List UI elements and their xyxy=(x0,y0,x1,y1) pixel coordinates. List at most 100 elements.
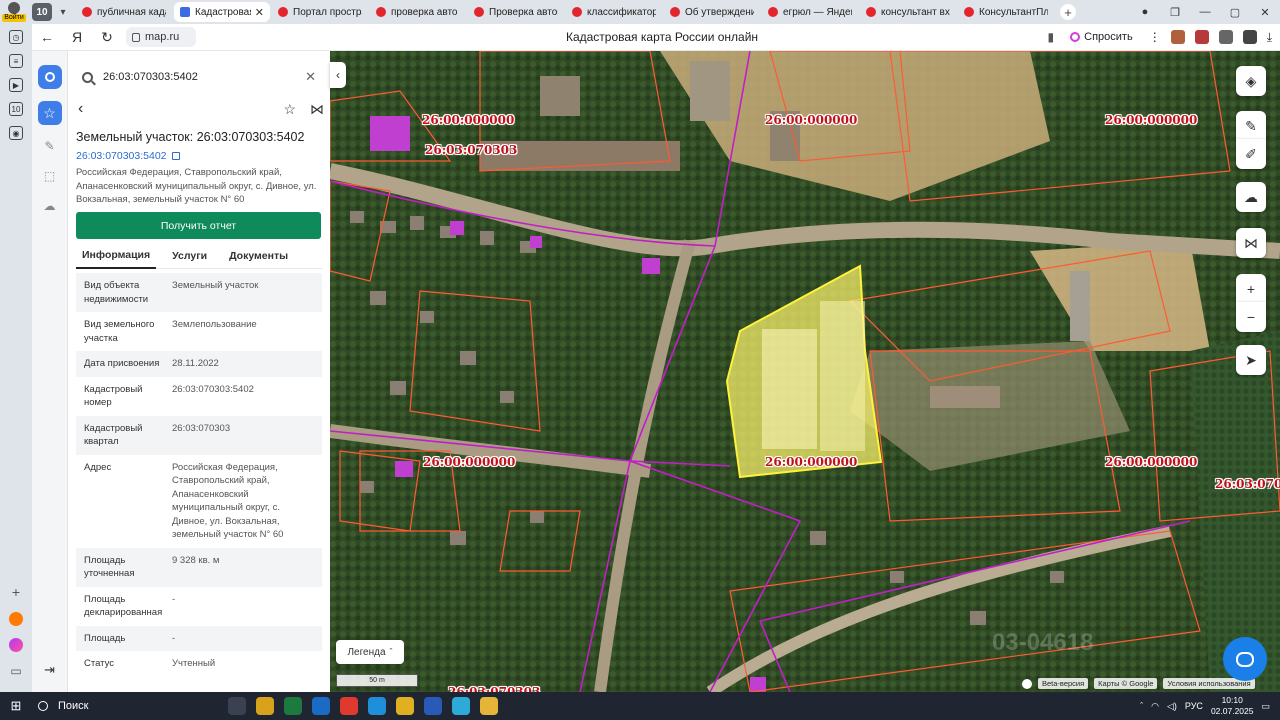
tab-services[interactable]: Услуги xyxy=(166,243,213,269)
minimize-button[interactable]: — xyxy=(1190,6,1220,18)
alice-icon[interactable] xyxy=(9,638,23,652)
browser-tab[interactable]: классификатор xyxy=(566,2,662,22)
parcel-title: Земельный участок: 26:03:070303:5402 xyxy=(76,130,305,144)
cadastral-number-link[interactable]: 26:03:070303:5402 xyxy=(76,150,180,162)
cloud-icon[interactable]: ☁ xyxy=(41,197,59,215)
favicon-icon xyxy=(376,7,386,17)
collections-icon[interactable]: ❐ xyxy=(1160,6,1190,19)
tab-information[interactable]: Информация xyxy=(76,243,157,269)
chat-button[interactable] xyxy=(1223,637,1267,681)
task-view-icon[interactable] xyxy=(228,697,246,715)
parcel-address: Российская Федерация, Ставропольский кра… xyxy=(76,167,317,205)
browser-tab[interactable]: Проверка автом xyxy=(468,2,564,22)
chrome-icon[interactable] xyxy=(396,697,414,715)
browser-tab[interactable]: Портал простра xyxy=(272,2,368,22)
browser-tab[interactable]: публичная када xyxy=(76,2,172,22)
bookmark-icon[interactable]: ▮ xyxy=(1048,30,1055,44)
screenshot-icon[interactable]: ◉ xyxy=(9,126,23,140)
info-row-value: Российская Федерация, Ставропольский кра… xyxy=(172,461,284,541)
zoom-out-button[interactable]: − xyxy=(1236,302,1266,332)
clock[interactable]: 10:10 02.07.2025 xyxy=(1211,695,1254,717)
store-icon[interactable] xyxy=(256,697,274,715)
logout-icon[interactable]: ⇥ xyxy=(44,662,55,678)
info-row-key: Кадастровый квартал xyxy=(84,422,143,448)
copy-icon[interactable] xyxy=(171,152,180,160)
download-icon[interactable]: ⤓ xyxy=(1267,30,1272,45)
share-icon[interactable]: ⋈ xyxy=(310,101,324,118)
browser-tab[interactable]: егрюл — Яндекс xyxy=(762,2,858,22)
info-row-value: - xyxy=(172,632,176,644)
browser-tab[interactable]: Об утверждени xyxy=(664,2,760,22)
profile-button[interactable]: Войти xyxy=(0,0,28,24)
collections-icon[interactable]: ≡ xyxy=(9,54,23,68)
browser-tab[interactable]: консультант вхо xyxy=(860,2,956,22)
panel-toggle-icon[interactable]: ▭ xyxy=(10,664,21,678)
share-map-button[interactable]: ⋈ xyxy=(1236,228,1266,258)
layers-button[interactable]: ◈ xyxy=(1236,66,1266,96)
tab-count-button[interactable]: 10 xyxy=(32,3,52,21)
upload-button[interactable]: ☁ xyxy=(1236,182,1266,212)
tab-documents[interactable]: Документы xyxy=(223,243,294,269)
edit-button[interactable]: ✐ xyxy=(1236,139,1266,169)
extension-icon[interactable] xyxy=(1170,30,1185,44)
chevron-left-icon[interactable]: ‹ xyxy=(78,100,83,118)
chevron-down-icon[interactable]: ▾ xyxy=(54,3,72,21)
get-report-button[interactable]: Получить отчет xyxy=(76,212,321,239)
tab-title: КонсультантПлю xyxy=(979,6,1048,18)
zoom-in-button[interactable]: + xyxy=(1236,274,1266,304)
browser-tab[interactable]: КонсультантПлю xyxy=(958,2,1054,22)
new-tab-button[interactable]: + xyxy=(1060,4,1076,20)
favicon-icon xyxy=(670,7,680,17)
extension-icon[interactable] xyxy=(1194,30,1209,44)
excel-icon[interactable] xyxy=(284,697,302,715)
url-field[interactable]: map.ru xyxy=(126,27,196,47)
extension-icon[interactable] xyxy=(1218,30,1233,44)
windows-start-icon[interactable]: ⊞ xyxy=(0,698,32,714)
close-tab-icon[interactable]: ✕ xyxy=(255,6,264,19)
network-icon[interactable]: ◠ xyxy=(1151,701,1159,712)
favorite-star-icon[interactable]: ☆ xyxy=(283,101,296,118)
extension-icon[interactable] xyxy=(1242,30,1257,44)
collapse-panel-button[interactable]: ‹ xyxy=(330,62,346,88)
word-icon[interactable] xyxy=(424,697,442,715)
select-area-icon[interactable]: ⬚ xyxy=(41,167,59,185)
video-icon[interactable]: ▶ xyxy=(9,78,23,92)
satellite-map[interactable]: 26:00:000000 26:00:000000 26:00:000000 26:0… xyxy=(330,51,1280,692)
legend-button[interactable]: Легенда ˆ xyxy=(336,640,404,664)
edge-icon[interactable] xyxy=(368,697,386,715)
close-window-button[interactable]: ✕ xyxy=(1250,6,1280,19)
profile-icon[interactable]: ● xyxy=(1130,6,1160,18)
info-row: Вид объекта недвижимости Земельный участо… xyxy=(76,273,322,312)
draw-tool-icon[interactable]: ✎ xyxy=(41,137,59,155)
map-scale: 50 m xyxy=(336,674,418,687)
more-menu-icon[interactable]: ⋮ xyxy=(1149,30,1161,44)
clear-icon[interactable]: ✕ xyxy=(305,69,316,85)
taskbar-search[interactable]: Поиск xyxy=(32,692,222,720)
outlook-icon[interactable] xyxy=(312,697,330,715)
volume-icon[interactable]: ◁) xyxy=(1167,701,1177,712)
ask-button[interactable]: Спросить xyxy=(1064,28,1139,46)
star-icon[interactable]: ☆ xyxy=(37,101,62,125)
chevron-up-icon[interactable]: ˆ xyxy=(1140,701,1143,711)
notifications-icon[interactable]: ▭ xyxy=(1261,701,1270,712)
maximize-button[interactable]: ▢ xyxy=(1220,6,1250,19)
search-input[interactable]: 26:03:070303:5402 xyxy=(103,71,305,83)
add-icon[interactable]: + xyxy=(12,584,20,600)
edge-alt-icon[interactable] xyxy=(452,697,470,715)
yandex-icon[interactable]: Я xyxy=(62,29,92,45)
explorer-icon[interactable] xyxy=(480,697,498,715)
back-arrow-icon[interactable]: ← xyxy=(32,29,62,45)
info-icon[interactable] xyxy=(1022,678,1032,689)
history-icon[interactable]: ◷ xyxy=(9,30,23,44)
browser-tab[interactable]: Кадастровая ✕ xyxy=(174,2,270,22)
yandex-browser-icon[interactable] xyxy=(340,697,358,715)
ruler-button[interactable]: ✎ xyxy=(1236,111,1266,141)
browser-logo-icon[interactable] xyxy=(9,612,23,626)
tabs-icon[interactable]: 10 xyxy=(9,102,23,116)
locate-button[interactable]: ➤ xyxy=(1236,345,1266,375)
browser-tab[interactable]: проверка авто п xyxy=(370,2,466,22)
language-indicator[interactable]: РУС xyxy=(1185,701,1203,711)
app-logo-icon[interactable] xyxy=(37,65,62,89)
reload-icon[interactable]: ↻ xyxy=(92,29,122,46)
lock-icon xyxy=(132,32,140,42)
